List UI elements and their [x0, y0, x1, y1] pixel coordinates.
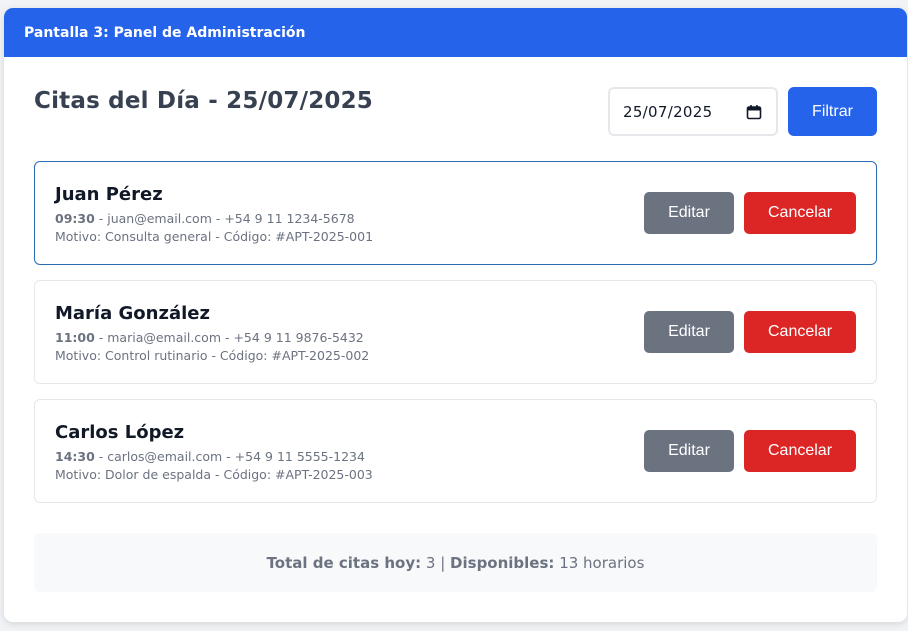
calendar-icon[interactable] [746, 104, 762, 120]
patient-name: Carlos López [55, 422, 185, 443]
summary-available-label: Disponibles: [450, 553, 555, 572]
filter-button[interactable]: Filtrar [788, 87, 877, 136]
edit-button[interactable]: Editar [644, 192, 734, 234]
contact-info: - maria@email.com - +54 9 11 9876-5432 [94, 330, 364, 345]
daily-summary: Total de citas hoy: 3 | Disponibles: 13 … [34, 533, 877, 592]
date-input-value: 25/07/2025 [623, 102, 713, 121]
appointment-details: Motivo: Dolor de espalda - Código: #APT-… [55, 467, 373, 482]
appointment-details: Motivo: Control rutinario - Código: #APT… [55, 348, 370, 363]
admin-panel: Pantalla 3: Panel de Administración Cita… [4, 8, 907, 622]
page-title-row: Citas del Día - 25/07/2025 [34, 88, 373, 114]
edit-button[interactable]: Editar [644, 430, 734, 472]
date-filter-input[interactable]: 25/07/2025 [608, 87, 778, 136]
summary-total-label: Total de citas hoy: [266, 553, 422, 572]
edit-button[interactable]: Editar [644, 311, 734, 353]
cancel-button[interactable]: Cancelar [744, 192, 856, 234]
appointment-contact: 09:30 - juan@email.com - +54 9 11 1234-5… [55, 211, 355, 226]
appointment-contact: 11:00 - maria@email.com - +54 9 11 9876-… [55, 330, 364, 345]
appointment-card[interactable]: Carlos López 14:30 - carlos@email.com - … [34, 399, 877, 503]
appointment-contact: 14:30 - carlos@email.com - +54 9 11 5555… [55, 449, 365, 464]
panel-header: Pantalla 3: Panel de Administración [4, 8, 907, 57]
appointment-time: 09:30 [55, 211, 95, 226]
appointment-details: Motivo: Consulta general - Código: #APT-… [55, 229, 374, 244]
cancel-button[interactable]: Cancelar [744, 311, 856, 353]
page-title: Citas del Día - 25/07/2025 [34, 88, 374, 114]
appointment-time: 14:30 [55, 449, 95, 464]
contact-info: - carlos@email.com - +54 9 11 5555-1234 [94, 449, 365, 464]
patient-name: María González [55, 303, 210, 324]
summary-total-value: 3 | [421, 553, 451, 572]
cancel-button[interactable]: Cancelar [744, 430, 856, 472]
appointment-time: 11:00 [55, 330, 95, 345]
appointment-card[interactable]: María González 11:00 - maria@email.com -… [34, 280, 877, 384]
summary-available-value: 13 horarios [554, 553, 645, 572]
appointment-card[interactable]: Juan Pérez 09:30 - juan@email.com - +54 … [34, 161, 877, 265]
patient-name: Juan Pérez [55, 184, 163, 205]
contact-info: - juan@email.com - +54 9 11 1234-5678 [94, 211, 355, 226]
panel-header-title: Pantalla 3: Panel de Administración [24, 25, 306, 41]
